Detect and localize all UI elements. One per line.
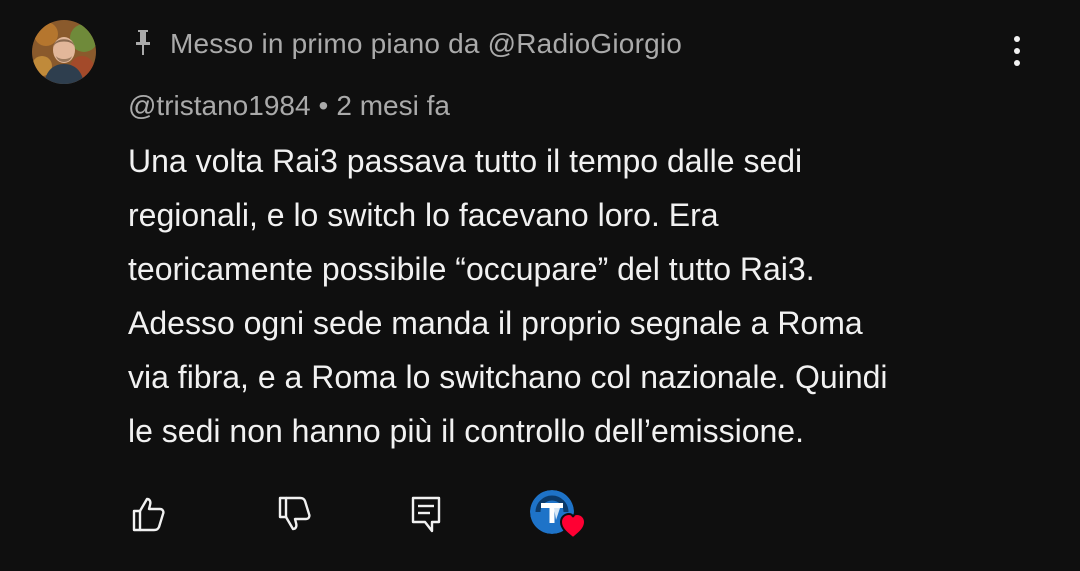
comment-actions (0, 486, 1080, 542)
comment-line: teoricamente possibile “occupare” del tu… (128, 251, 815, 287)
comment-line: regionali, e lo switch lo facevano loro.… (128, 197, 719, 233)
comment-author[interactable]: @tristano1984 (128, 90, 311, 122)
comment-time: 2 mesi fa (336, 90, 450, 121)
creator-heart-icon (558, 512, 588, 540)
comment-line: Una volta Rai3 passava tutto il tempo da… (128, 143, 803, 179)
comment-text: Una volta Rai3 passava tutto il tempo da… (128, 134, 1028, 458)
comment-meta: @tristano1984 • 2 mesi fa (128, 88, 450, 124)
more-dot-icon (1014, 36, 1020, 42)
dislike-button[interactable] (272, 492, 316, 536)
creator-heart-badge[interactable] (530, 488, 590, 544)
reply-button[interactable] (404, 492, 448, 536)
thumbs-up-icon (132, 497, 165, 532)
pinned-text: Messo in primo piano da @RadioGiorgio (170, 28, 683, 59)
meta-separator: • (318, 90, 329, 121)
pinned-label: Messo in primo piano da @RadioGiorgio (132, 24, 682, 64)
comment-line: le sedi non hanno più il controllo dell’… (128, 413, 804, 449)
comment-line: Adesso ogni sede manda il proprio segnal… (128, 305, 863, 341)
more-dot-icon (1014, 60, 1020, 66)
reply-comment-icon (411, 496, 441, 533)
like-button[interactable] (126, 492, 170, 536)
comment-line: via fibra, e a Roma lo switchano col naz… (128, 359, 888, 395)
more-options-button[interactable] (1000, 28, 1034, 74)
more-dot-icon (1014, 48, 1020, 54)
thumbs-down-icon (278, 496, 311, 531)
pin-icon (132, 28, 156, 60)
commenter-avatar[interactable] (32, 20, 96, 84)
avatar-image (32, 20, 96, 84)
